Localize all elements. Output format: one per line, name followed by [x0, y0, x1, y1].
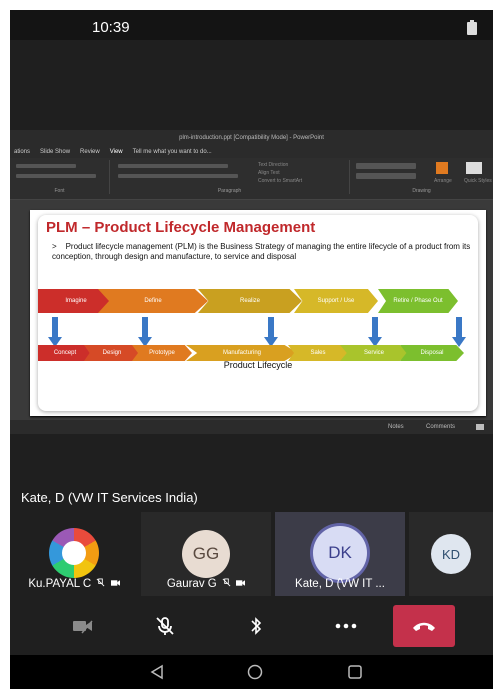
back-icon[interactable] [149, 664, 165, 685]
mute-button[interactable] [137, 606, 193, 646]
slide-area: PLM – Product Lifecycle Management > Pro… [10, 200, 493, 420]
phase-chevron: Define [98, 289, 208, 313]
down-arrow [138, 317, 152, 347]
mic-off-icon [96, 578, 105, 590]
avatar: GG [182, 530, 230, 578]
video-off-icon [110, 578, 120, 590]
paragraph-group: Text Direction Align Text Convert to Sma… [110, 160, 350, 194]
avatar: DK [313, 526, 367, 580]
slide-body: > Product lifecycle management (PLM) is … [52, 242, 472, 262]
down-arrow [452, 317, 466, 347]
normal-view-icon [476, 424, 484, 430]
participant-name: Ku.PAYAL C [28, 578, 92, 590]
stage-chevron: Service [340, 345, 408, 361]
tab-slide-show: Slide Show [40, 149, 71, 155]
slide-body-text: Product lifecycle management (PLM) is th… [52, 242, 471, 261]
down-arrow [264, 317, 278, 347]
notes-button: Notes [388, 424, 404, 430]
stage-chevron: Design [84, 345, 140, 361]
active-speaker-name: Kate, D (VW IT Services India) [21, 490, 198, 505]
tab-review: Review [80, 149, 100, 155]
phase-chevron: Retire / Phase Out [378, 289, 458, 313]
participant-tile-active[interactable]: DK Kate, D (VW IT ... [275, 512, 405, 596]
down-arrow [368, 317, 382, 347]
navigation-bar [10, 655, 493, 689]
phase-chevron: Realize [198, 289, 302, 313]
ribbon-tabs: ations Slide Show Review View Tell me wh… [10, 146, 493, 158]
tab-animations: ations [14, 149, 31, 155]
avatar: KD [431, 534, 471, 574]
comments-button: Comments [426, 424, 456, 430]
logo-avatar [49, 528, 99, 578]
battery-icon [467, 20, 477, 35]
ppt-status-bar: Notes Comments [10, 420, 493, 434]
hangup-icon [413, 622, 435, 631]
phase-chevron: Support / Use [294, 289, 378, 313]
ribbon: Font Text Direction Align Text Convert t… [10, 158, 493, 200]
drawing-group: Arrange Quick Styles Drawing [350, 160, 493, 194]
stage-chevron: Sales [288, 345, 348, 361]
stage-chevron: Prototype [132, 345, 192, 361]
recents-icon[interactable] [347, 664, 363, 685]
home-icon[interactable] [247, 664, 263, 685]
participant-tile[interactable]: Ku.PAYAL C [10, 512, 138, 596]
mic-off-icon [156, 617, 174, 635]
stage-chevron: Disposal [400, 345, 464, 361]
status-bar: 10:39 [10, 10, 493, 40]
participant-tile[interactable]: GG Gaurav G [141, 512, 271, 596]
mic-off-icon [222, 578, 231, 590]
bullet: > [52, 242, 57, 251]
phone-screen: 10:39 plm-introduction.ppt [Compatibilit… [10, 10, 493, 689]
slide: PLM – Product Lifecycle Management > Pro… [30, 210, 486, 416]
tab-view: View [109, 149, 123, 155]
tell-me-box: Tell me what you want to do... [132, 149, 212, 155]
video-off-icon [236, 578, 246, 590]
slide-title: PLM – Product Lifecycle Management [46, 219, 316, 236]
window-title: plm-introduction.ppt [Compatibility Mode… [10, 130, 493, 146]
slide-card: PLM – Product Lifecycle Management > Pro… [38, 215, 478, 411]
clock: 10:39 [92, 19, 130, 36]
down-arrow [48, 317, 62, 347]
participant-tile[interactable]: KD [409, 512, 493, 596]
hang-up-button[interactable] [393, 605, 455, 647]
video-off-icon [73, 620, 93, 634]
camera-toggle-button[interactable] [55, 606, 111, 646]
stage-chevron: Manufacturing [186, 345, 298, 361]
stage-chevron: Concept [38, 345, 92, 361]
participant-name: Gaurav G [166, 578, 217, 590]
font-group: Font [10, 160, 110, 194]
more-options-button[interactable] [318, 606, 374, 646]
bluetooth-icon [251, 617, 262, 635]
call-controls [10, 599, 493, 655]
shared-screen[interactable]: plm-introduction.ppt [Compatibility Mode… [10, 130, 493, 434]
slide-caption: Product Lifecycle [223, 360, 293, 370]
participant-name: Kate, D (VW IT ... [295, 578, 385, 590]
audio-device-button[interactable] [228, 606, 284, 646]
more-icon [335, 623, 357, 629]
